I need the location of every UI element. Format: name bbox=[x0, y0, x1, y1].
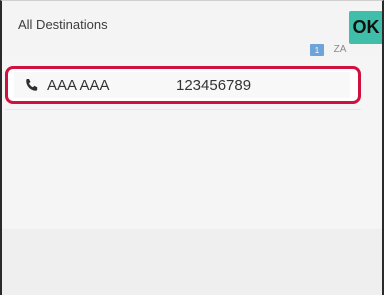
list-background-shade bbox=[2, 229, 382, 295]
row-separator bbox=[5, 109, 361, 110]
sort-icon[interactable]: ZA bbox=[330, 43, 350, 57]
ok-button[interactable]: OK bbox=[349, 11, 382, 44]
phone-icon bbox=[26, 79, 38, 91]
destination-name: AAA AAA bbox=[47, 77, 110, 94]
destination-number: 123456789 bbox=[176, 77, 252, 94]
destination-list-screen: All Destinations OK 1 ZA AAA AAA 1234567… bbox=[0, 0, 384, 295]
header-bar: All Destinations bbox=[2, 1, 382, 41]
page-number-indicator[interactable]: 1 bbox=[310, 44, 324, 56]
page-title: All Destinations bbox=[18, 17, 108, 32]
sort-icon-label: ZA bbox=[333, 44, 347, 55]
